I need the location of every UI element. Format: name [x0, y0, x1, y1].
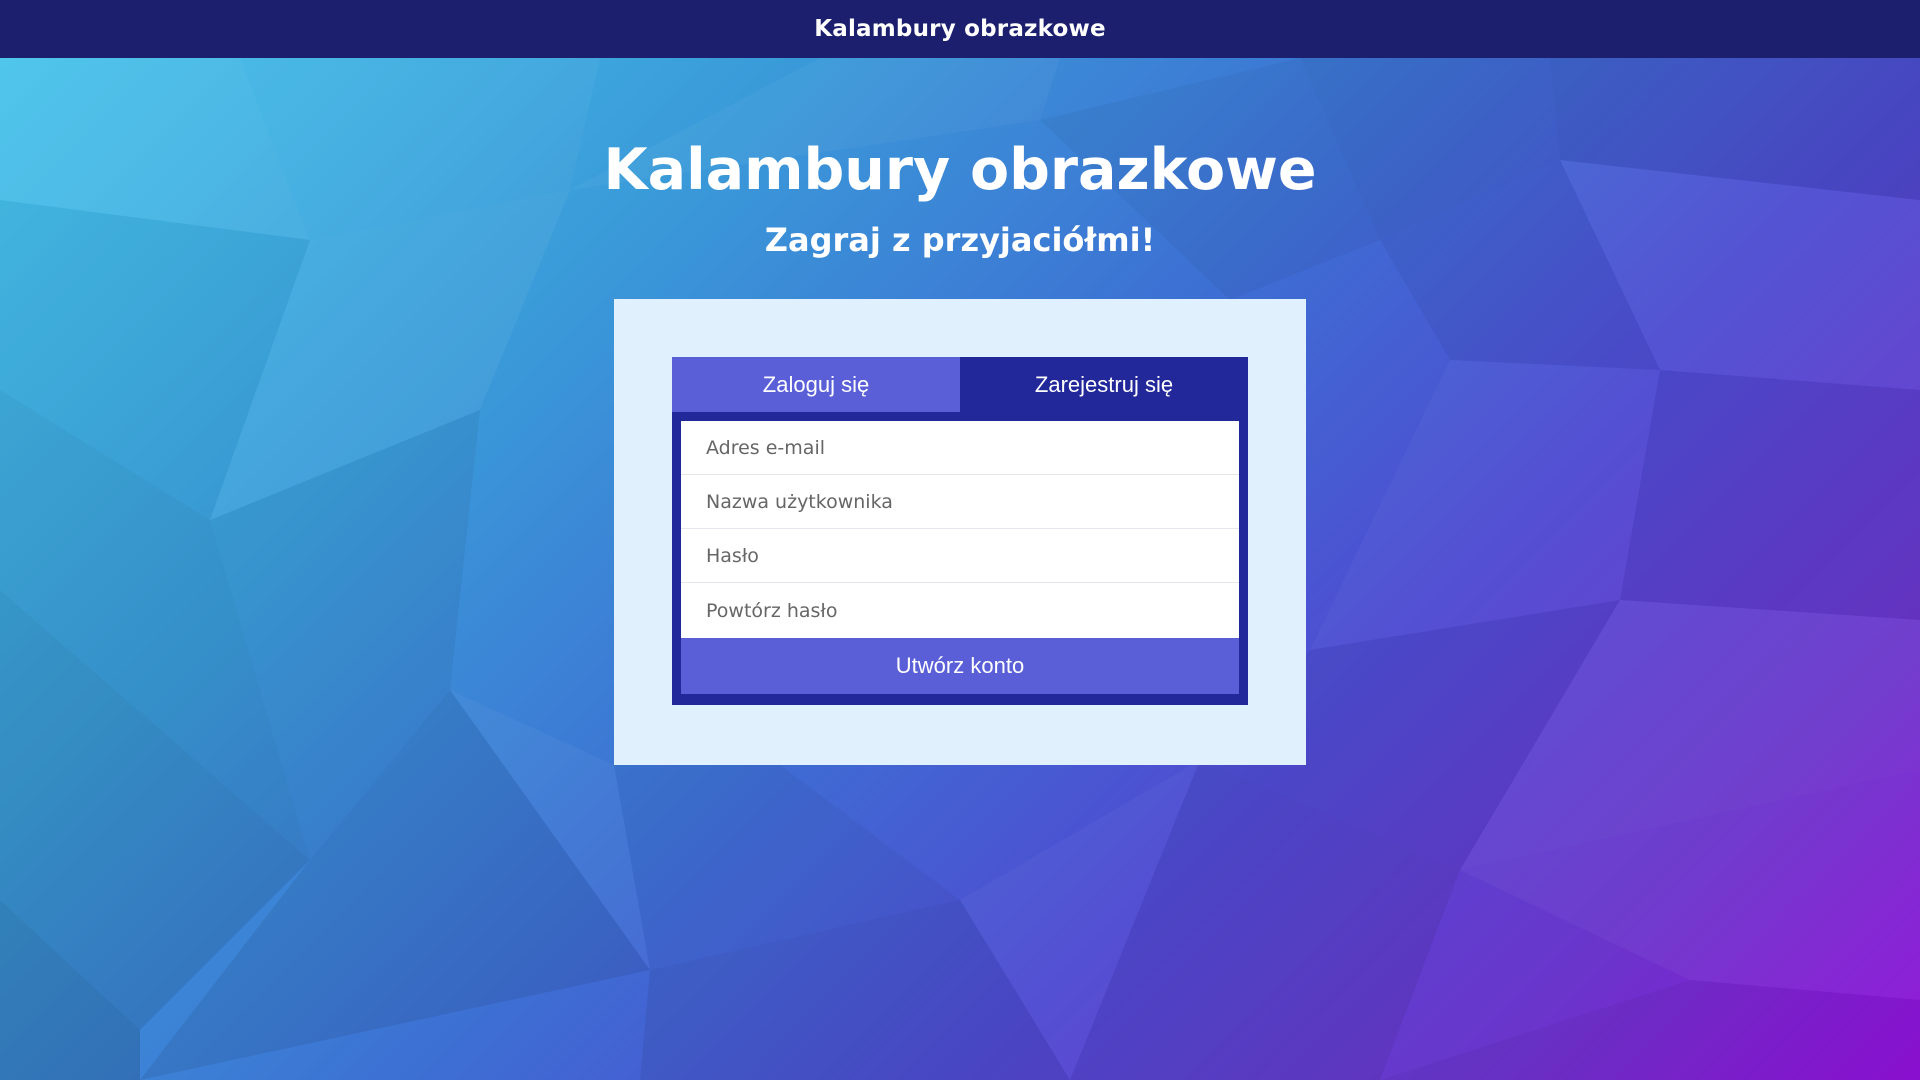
register-form: Utwórz konto — [681, 421, 1239, 694]
auth-form-container: Zaloguj się Zarejestruj się Utwórz konto — [672, 357, 1248, 705]
page-subtitle: Zagraj z przyjaciółmi! — [764, 221, 1156, 259]
tab-register[interactable]: Zarejestruj się — [960, 357, 1248, 412]
hero-section: Kalambury obrazkowe Zagraj z przyjaciółm… — [0, 130, 1920, 262]
email-field[interactable] — [681, 421, 1239, 475]
create-account-button[interactable]: Utwórz konto — [681, 638, 1239, 694]
password-field[interactable] — [681, 529, 1239, 583]
top-navbar: Kalambury obrazkowe — [0, 0, 1920, 58]
auth-card: Zaloguj się Zarejestruj się Utwórz konto — [614, 299, 1306, 765]
auth-tabs: Zaloguj się Zarejestruj się — [672, 357, 1248, 412]
password-repeat-field[interactable] — [681, 583, 1239, 638]
page-title: Kalambury obrazkowe — [603, 137, 1317, 203]
tab-login[interactable]: Zaloguj się — [672, 357, 960, 412]
username-field[interactable] — [681, 475, 1239, 529]
navbar-title: Kalambury obrazkowe — [814, 16, 1106, 42]
